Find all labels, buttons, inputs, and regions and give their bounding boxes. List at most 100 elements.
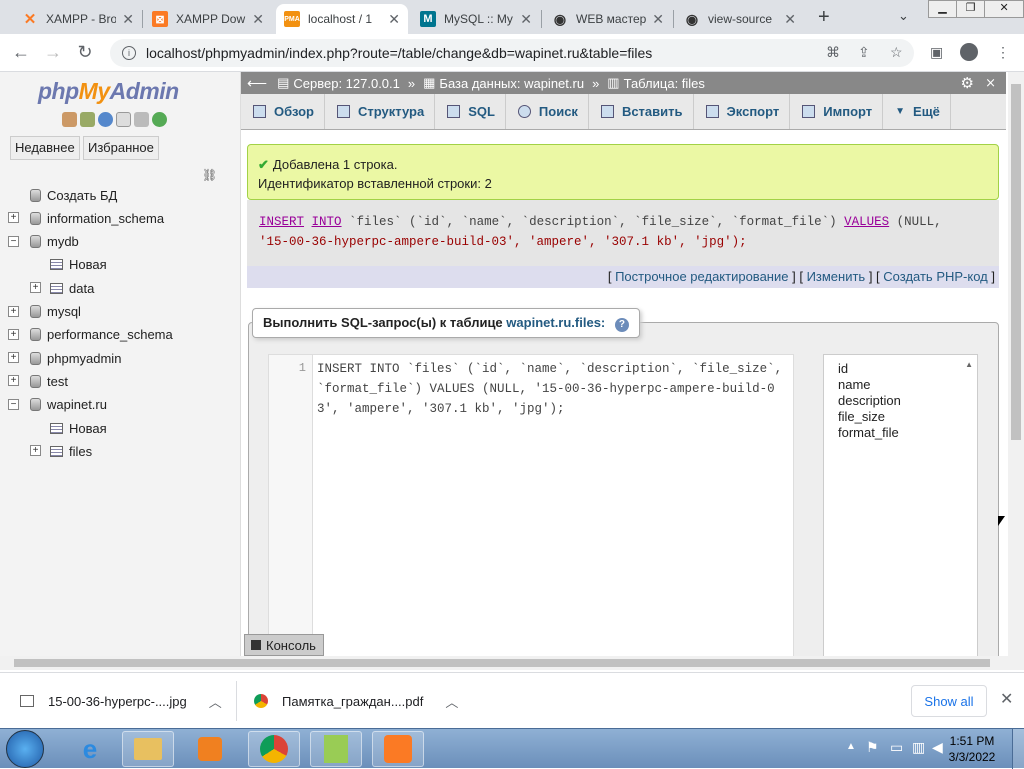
collapse-icon[interactable]: ⨯ xyxy=(985,75,996,91)
tab-insert[interactable]: Вставить xyxy=(589,94,694,129)
expand-icon[interactable]: + xyxy=(30,282,41,294)
close-icon[interactable]: ✕ xyxy=(784,11,796,28)
share-icon[interactable]: ⇪ xyxy=(858,44,870,61)
sql-editor[interactable]: 1 INSERT INTO `files` (`id`, `name`, `de… xyxy=(268,354,794,658)
help-icon[interactable] xyxy=(98,112,113,127)
scroll-thumb[interactable] xyxy=(1011,84,1021,440)
network-icon[interactable]: ▥ xyxy=(912,739,925,756)
browser-tab[interactable]: ⊠ XAMPP Dow ✕ xyxy=(144,4,272,34)
bookmark-star-icon[interactable]: ☆ xyxy=(890,44,903,61)
tree-item[interactable]: + mysql xyxy=(8,301,81,323)
expand-icon[interactable]: + xyxy=(8,212,19,224)
close-icon[interactable]: ✕ xyxy=(252,11,264,28)
refresh-icon[interactable] xyxy=(152,112,167,127)
browser-tab[interactable]: ◉ view-source ✕ xyxy=(676,4,804,34)
show-desktop-button[interactable] xyxy=(1012,729,1024,769)
tab-export[interactable]: Экспорт xyxy=(694,94,791,129)
download-item[interactable]: Памятка_граждан....pdf ︿ xyxy=(254,685,458,717)
tab-search-icon[interactable]: ⌄ xyxy=(898,8,909,24)
xampp-icon[interactable] xyxy=(372,731,424,767)
download-item[interactable]: 15-00-36-hyperpc-....jpg ︿ xyxy=(20,685,222,717)
tree-item[interactable]: + performance_schema xyxy=(8,324,173,346)
reload-icon[interactable]: ↻ xyxy=(74,42,96,63)
sql-code[interactable]: INSERT INTO `files` (`id`, `name`, `desc… xyxy=(317,359,793,419)
tree-item[interactable]: Создать БД xyxy=(30,184,117,206)
forward-icon[interactable]: → xyxy=(42,42,64,63)
explorer-icon[interactable] xyxy=(122,731,174,767)
docs-icon[interactable] xyxy=(116,112,131,127)
column-option[interactable]: format_file xyxy=(838,425,963,441)
expand-icon[interactable]: + xyxy=(8,305,19,317)
tab-import[interactable]: Импорт xyxy=(790,94,884,129)
tree-item[interactable]: + phpmyadmin xyxy=(8,347,121,369)
tray-expand-icon[interactable]: ▲ xyxy=(846,741,856,752)
console-toggle[interactable]: Консоль xyxy=(244,634,324,656)
chrome-icon[interactable] xyxy=(248,731,300,767)
system-clock[interactable]: 1:51 PM 3/3/2022 xyxy=(944,733,1000,765)
chevron-up-icon[interactable]: ︿ xyxy=(209,692,222,711)
settings-icon[interactable] xyxy=(134,112,149,127)
scroll-up-icon[interactable]: ▲ xyxy=(965,357,973,373)
collapse-icon[interactable]: − xyxy=(8,235,19,247)
browser-tab[interactable]: ✕ XAMPP - Bro ✕ xyxy=(14,4,142,34)
notepad-icon[interactable] xyxy=(310,731,362,767)
columns-list[interactable]: id name description file_size format_fil… xyxy=(823,354,978,658)
profile-avatar[interactable] xyxy=(960,43,978,61)
expand-icon[interactable]: + xyxy=(8,375,19,387)
favorites-tab[interactable]: Избранное xyxy=(83,136,159,160)
phpmyadmin-logo[interactable]: phpMyAdmin xyxy=(38,78,179,105)
tree-item[interactable]: + files xyxy=(30,440,92,462)
back-icon[interactable]: ← xyxy=(10,42,32,63)
tab-more[interactable]: ▼ Ещё xyxy=(883,94,951,129)
breadcrumb-table[interactable]: Таблица: files xyxy=(624,76,705,91)
chevron-up-icon[interactable]: ︿ xyxy=(445,692,458,711)
new-tab-icon[interactable]: + xyxy=(818,6,830,29)
expand-icon[interactable]: + xyxy=(30,445,41,457)
tree-item[interactable]: Новая xyxy=(50,417,107,439)
close-icon[interactable]: ✕ xyxy=(1000,689,1013,709)
expand-icon[interactable]: + xyxy=(8,328,19,340)
link-tree-icon[interactable]: ⛓ xyxy=(202,168,217,182)
horizontal-scrollbar[interactable] xyxy=(0,656,1024,670)
url-field[interactable]: i localhost/phpmyadmin/index.php?route=/… xyxy=(110,39,914,67)
inline-edit-link[interactable]: Построчное редактирование xyxy=(615,269,788,284)
tree-item[interactable]: − wapinet.ru xyxy=(8,394,107,416)
close-icon[interactable]: ✕ xyxy=(520,11,532,28)
logout-icon[interactable] xyxy=(80,112,95,127)
menu-dots-icon[interactable]: ⋮ xyxy=(996,44,1010,61)
close-icon[interactable]: ✕ xyxy=(652,11,664,28)
column-option[interactable]: description xyxy=(838,393,963,409)
sql-keyword[interactable]: INSERT xyxy=(259,215,304,229)
collapse-arrow-icon[interactable]: ⟵ xyxy=(247,75,267,92)
tab-browse[interactable]: Обзор xyxy=(241,94,325,129)
breadcrumb-database[interactable]: База данных: wapinet.ru xyxy=(439,76,584,91)
ie-icon[interactable]: e xyxy=(64,731,116,767)
column-option[interactable]: file_size xyxy=(838,409,963,425)
tree-item[interactable]: + data xyxy=(30,277,94,299)
column-option[interactable]: name xyxy=(838,377,963,393)
site-info-icon[interactable]: i xyxy=(122,46,136,60)
media-player-icon[interactable] xyxy=(184,731,236,767)
show-all-button[interactable]: Show all xyxy=(911,685,987,717)
sql-keyword[interactable]: VALUES xyxy=(844,215,889,229)
scroll-thumb[interactable] xyxy=(14,659,990,667)
close-window-icon[interactable]: ✕ xyxy=(984,1,1023,17)
restore-icon[interactable]: ❐ xyxy=(956,1,984,17)
minimize-icon[interactable]: ▁ xyxy=(929,1,956,17)
column-option[interactable]: id xyxy=(838,361,963,377)
start-button[interactable] xyxy=(6,730,44,768)
tab-search[interactable]: Поиск xyxy=(506,94,589,129)
settings-gear-icon[interactable]: ⚙ xyxy=(961,74,974,92)
sql-keyword[interactable]: INTO xyxy=(312,215,342,229)
close-icon[interactable]: ✕ xyxy=(122,11,134,28)
help-icon[interactable]: ? xyxy=(614,318,629,332)
vertical-scrollbar[interactable] xyxy=(1008,72,1024,656)
expand-icon[interactable]: + xyxy=(8,352,19,364)
create-php-code-link[interactable]: Создать PHP-код xyxy=(883,269,987,284)
tab-sql[interactable]: SQL xyxy=(435,94,506,129)
flag-icon[interactable]: ⚑ xyxy=(866,739,879,756)
side-panel-icon[interactable]: ▣ xyxy=(930,44,943,61)
device-icon[interactable]: ▭ xyxy=(890,739,903,756)
breadcrumb-server[interactable]: Сервер: 127.0.0.1 xyxy=(293,76,400,91)
browser-tab[interactable]: M MySQL :: My ✕ xyxy=(412,4,540,34)
